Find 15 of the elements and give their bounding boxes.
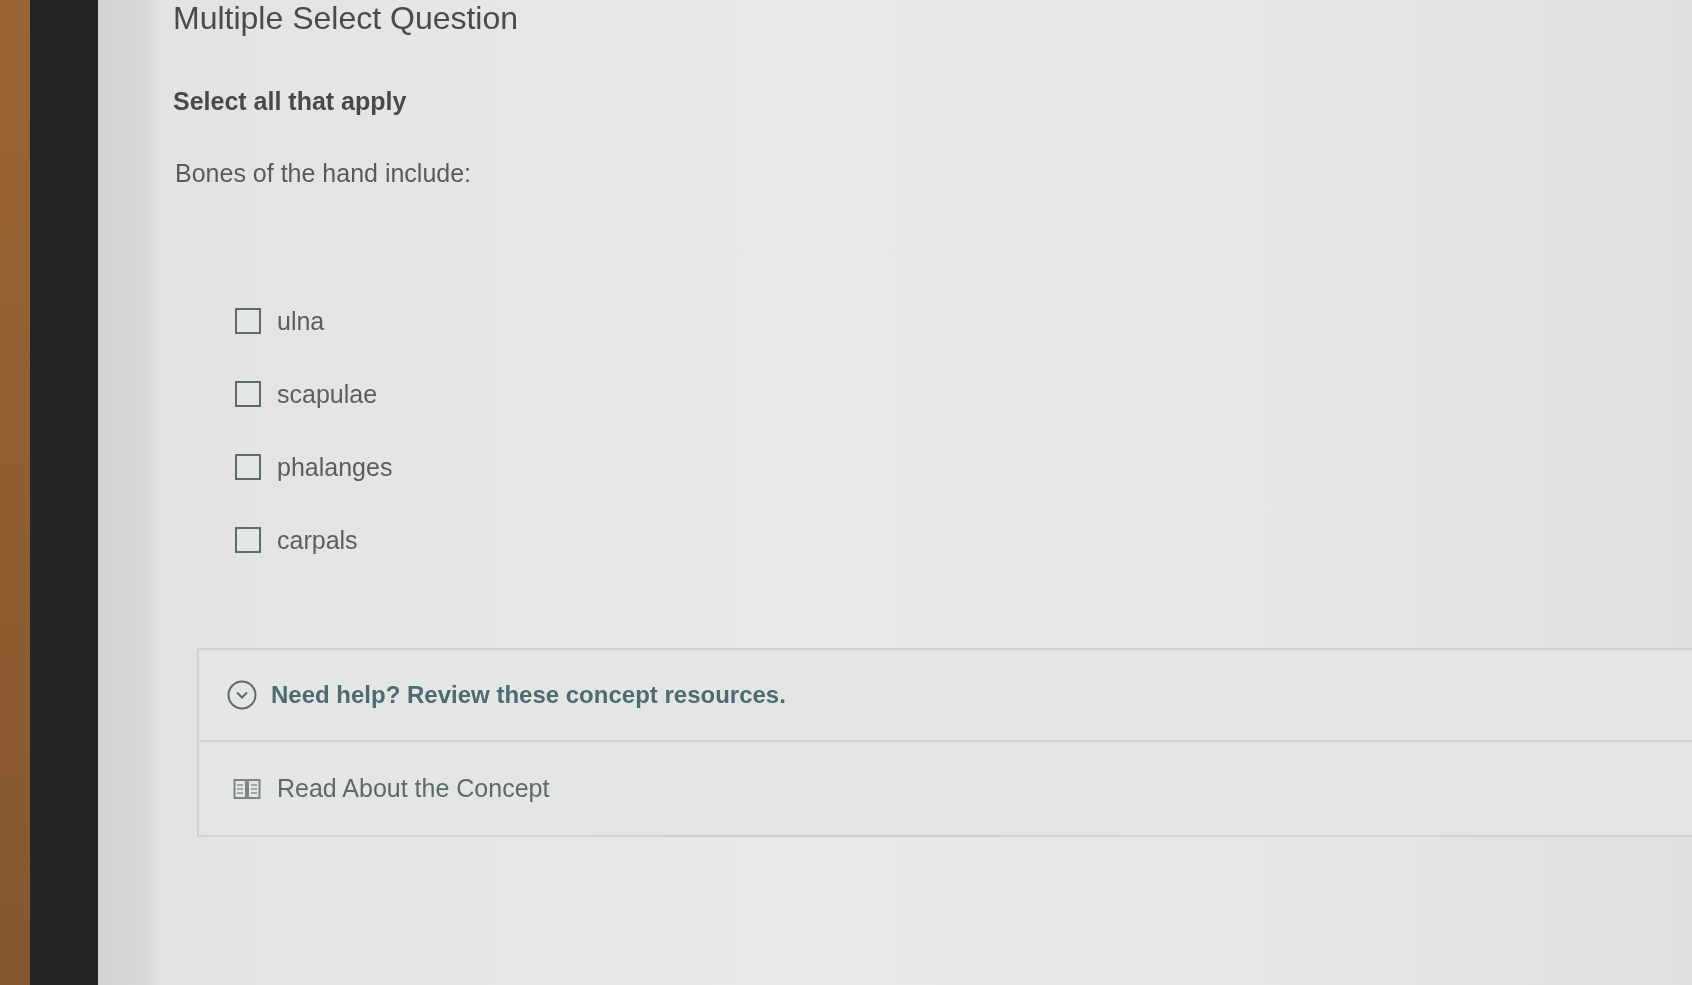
option-label[interactable]: phalanges (277, 452, 393, 482)
checkbox[interactable] (235, 454, 261, 480)
question-type-title: Multiple Select Question (173, 0, 519, 36)
option-label[interactable]: carpals (277, 525, 358, 555)
option-label[interactable]: ulna (277, 306, 325, 336)
resource-link[interactable]: Read About the Concept (233, 774, 550, 803)
checkbox[interactable] (235, 527, 261, 553)
checkbox[interactable] (235, 308, 261, 334)
help-toggle-button[interactable]: Need help? Review these concept resources. (199, 650, 1692, 740)
question-prompt: Bones of the hand include: (175, 158, 472, 188)
chevron-circle-icon (227, 680, 257, 710)
checkbox[interactable] (235, 381, 261, 407)
book-icon (233, 776, 261, 801)
option-label[interactable]: scapulae (277, 379, 378, 409)
instruction-text: Select all that apply (173, 86, 407, 116)
